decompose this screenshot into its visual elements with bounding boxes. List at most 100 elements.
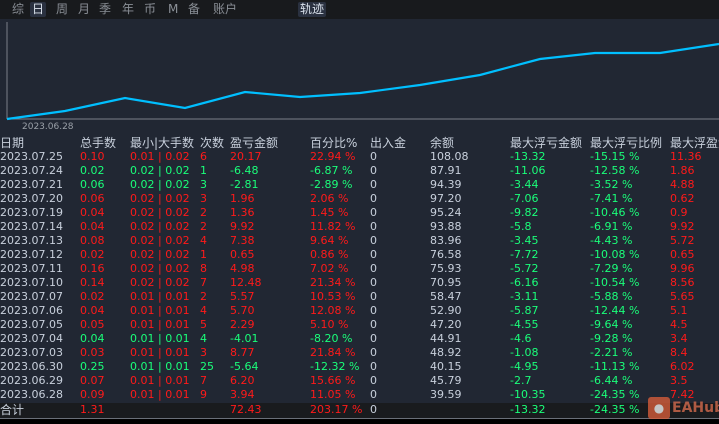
table-row[interactable]: 2023.07.24 0.02 0.02 | 0.02 1 -6.48 -6.87 % 0 8… <box>0 164 719 178</box>
table-row[interactable]: 2023.07.12 0.02 0.02 | 0.02 1 0.65 0.86 % 0 76.… <box>0 248 719 262</box>
table-row[interactable]: 2023.07.13 0.08 0.02 | 0.02 4 7.38 9.64 % 0 83.… <box>0 234 719 248</box>
table-row[interactable]: 2023.06.30 0.25 0.01 | 0.01 25 -5.64 -12.32 %… <box>0 360 719 374</box>
cell: 3.5 <box>670 374 688 387</box>
column-header[interactable]: 总手数 <box>80 136 116 150</box>
tab-8[interactable]: 备 <box>186 2 202 17</box>
cell: 9.92 <box>230 220 255 233</box>
cell: 97.20 <box>430 192 462 205</box>
column-header[interactable]: 余额 <box>430 136 454 150</box>
cell: 52.90 <box>430 304 462 317</box>
table-row[interactable]: 2023.07.14 0.04 0.02 | 0.02 2 9.92 11.82 % 0 93… <box>0 220 719 234</box>
table-row[interactable]: 2023.07.05 0.05 0.01 | 0.01 5 2.29 5.10 % 0 47.… <box>0 318 719 332</box>
cell: 40.15 <box>430 360 462 373</box>
column-header[interactable]: 最大浮盈金额 <box>670 136 719 150</box>
cell: 7 <box>200 374 207 387</box>
cell: 4.98 <box>230 262 255 275</box>
table-row[interactable]: 2023.07.06 0.04 0.01 | 0.01 4 5.70 12.08 % 0 52… <box>0 304 719 318</box>
cell: 2023.07.11 <box>0 262 63 275</box>
cell: -4.55 <box>510 318 539 331</box>
table-row[interactable]: 2023.06.28 0.09 0.01 | 0.01 9 3.94 11.05 % 0 39… <box>0 388 719 402</box>
cell: 7.38 <box>230 234 255 247</box>
tab-1[interactable]: 日 <box>30 2 47 17</box>
cell: 1.86 <box>670 164 695 177</box>
cell: 2023.07.24 <box>0 164 63 177</box>
cell: 0.02 | 0.02 <box>130 178 190 191</box>
table-row[interactable]: 2023.07.04 0.04 0.01 | 0.01 4 -4.01 -8.20 % 0 4… <box>0 332 719 346</box>
cell: 0 <box>370 192 377 205</box>
cell: 9 <box>200 388 207 401</box>
cell: -5.88 % <box>590 290 633 303</box>
cell: 1.45 % <box>310 206 349 219</box>
table-row[interactable]: 2023.07.19 0.04 0.02 | 0.02 2 1.36 1.45 % 0 95.… <box>0 206 719 220</box>
tab-6[interactable]: 币 <box>142 2 158 17</box>
cell: 2023.07.04 <box>0 332 63 345</box>
cell: 108.08 <box>430 150 469 163</box>
table-row[interactable]: 2023.07.25 0.10 0.01 | 0.02 6 20.17 22.94 % 0 1… <box>0 150 719 164</box>
table-row[interactable]: 2023.07.11 0.16 0.02 | 0.02 8 4.98 7.02 % 0 75.… <box>0 262 719 276</box>
table-row[interactable]: 2023.07.10 0.14 0.02 | 0.02 7 12.48 21.34 % 0 7… <box>0 276 719 290</box>
tab-10[interactable]: 轨迹 <box>298 2 327 17</box>
cell: 0.01 | 0.01 <box>130 304 190 317</box>
cell: 8.4 <box>670 346 688 359</box>
table-row[interactable]: 2023.07.03 0.03 0.01 | 0.01 3 8.77 21.84 % 0 48… <box>0 346 719 360</box>
column-header[interactable]: 次数 <box>200 136 224 150</box>
cell: 44.91 <box>430 332 462 345</box>
cell: 0.16 <box>80 262 105 275</box>
cell: 3 <box>200 346 207 359</box>
column-header[interactable]: 最大浮亏金额 <box>510 136 582 150</box>
total-inout: 0 <box>370 403 377 416</box>
cell: 2 <box>200 206 207 219</box>
cell: 11.05 % <box>310 388 356 401</box>
column-header[interactable]: 百分比% <box>310 136 357 150</box>
cell: 0.01 | 0.01 <box>130 346 190 359</box>
cell: 4.88 <box>670 178 695 191</box>
cell: 3 <box>200 178 207 191</box>
cell: 0.14 <box>80 276 105 289</box>
cell: -5.87 <box>510 304 539 317</box>
cell: 5.70 <box>230 304 255 317</box>
column-header[interactable]: 盈亏金额 <box>230 136 278 150</box>
cell: 0 <box>370 220 377 233</box>
table-row[interactable]: 2023.07.20 0.06 0.02 | 0.02 3 1.96 2.06 % 0 97.… <box>0 192 719 206</box>
column-header[interactable]: 出入金 <box>370 136 406 150</box>
watermark: ● EAHub <box>648 397 719 419</box>
cell: -6.91 % <box>590 220 633 233</box>
cell: 0 <box>370 346 377 359</box>
cell: -9.28 % <box>590 332 633 345</box>
cell: 5.65 <box>670 290 695 303</box>
cell: 0.01 | 0.02 <box>130 150 190 163</box>
cell: -2.21 % <box>590 346 633 359</box>
tab-7[interactable]: M <box>166 2 180 17</box>
cell: 1.96 <box>230 192 255 205</box>
column-header[interactable]: 日期 <box>0 136 24 150</box>
cell: 0.04 <box>80 220 105 233</box>
column-header[interactable]: 最小|大手数 <box>130 136 194 150</box>
tab-5[interactable]: 年 <box>120 2 136 17</box>
tab-9[interactable]: 账户 <box>211 2 239 17</box>
table-row[interactable]: 2023.07.07 0.02 0.01 | 0.01 2 5.57 10.53 % 0 58… <box>0 290 719 304</box>
cell: 0 <box>370 290 377 303</box>
cell: 0.02 | 0.02 <box>130 192 190 205</box>
tab-3[interactable]: 月 <box>76 2 92 17</box>
table-row[interactable]: 2023.06.29 0.07 0.01 | 0.01 7 6.20 15.66 % 0 45… <box>0 374 719 388</box>
cell: 2023.07.13 <box>0 234 63 247</box>
tab-2[interactable]: 周 <box>54 2 70 17</box>
table-row[interactable]: 2023.07.21 0.06 0.02 | 0.02 3 -2.81 -2.89 % 0 9… <box>0 178 719 192</box>
cell: -15.15 % <box>590 150 640 163</box>
cell: 6.02 <box>670 360 695 373</box>
cell: -13.32 <box>510 150 546 163</box>
cell: 0 <box>370 150 377 163</box>
cell: 0.02 <box>80 164 105 177</box>
cell: 5.72 <box>670 234 695 247</box>
column-header[interactable]: 最大浮亏比例 <box>590 136 662 150</box>
cell: 8.56 <box>670 276 695 289</box>
cell: -4.43 % <box>590 234 633 247</box>
cell: 0.02 | 0.02 <box>130 248 190 261</box>
cell: 2023.06.29 <box>0 374 63 387</box>
tab-0[interactable]: 综 <box>10 2 26 17</box>
cell: -10.35 <box>510 388 546 401</box>
cell: 48.92 <box>430 346 462 359</box>
tab-4[interactable]: 季 <box>97 2 113 17</box>
cell: 15.66 % <box>310 374 356 387</box>
cell: 0.9 <box>670 206 688 219</box>
